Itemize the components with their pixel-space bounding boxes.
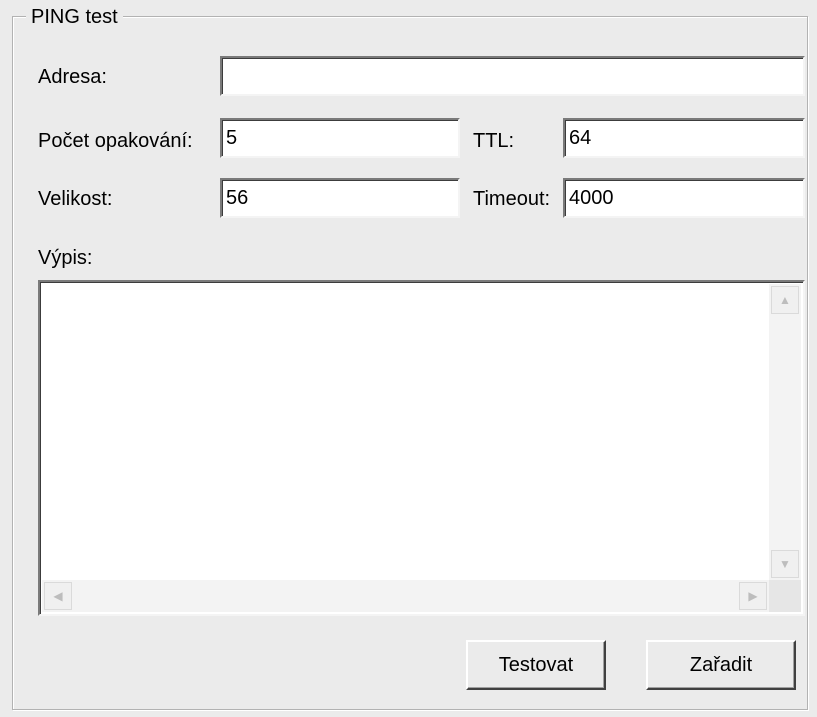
ttl-label: TTL: bbox=[473, 130, 515, 152]
size-input[interactable] bbox=[220, 178, 460, 218]
output-label: Výpis: bbox=[38, 247, 93, 269]
ttl-input[interactable] bbox=[563, 118, 805, 158]
scroll-left-arrow-icon[interactable]: ◀ bbox=[44, 582, 72, 610]
horizontal-scrollbar[interactable]: ◀ ▶ bbox=[42, 580, 769, 612]
scroll-right-arrow-icon[interactable]: ▶ bbox=[739, 582, 767, 610]
timeout-label: Timeout: bbox=[473, 188, 551, 210]
address-input[interactable] bbox=[220, 56, 805, 96]
size-label: Velikost: bbox=[38, 188, 113, 210]
count-label: Počet opakování: bbox=[38, 130, 193, 152]
scrollbar-corner bbox=[769, 580, 801, 612]
output-textarea[interactable]: ▲ ▼ ◀ ▶ bbox=[38, 280, 805, 616]
count-input[interactable] bbox=[220, 118, 460, 158]
enqueue-button[interactable]: Zařadit bbox=[646, 640, 796, 690]
test-button[interactable]: Testovat bbox=[466, 640, 606, 690]
scroll-up-arrow-icon[interactable]: ▲ bbox=[771, 286, 799, 314]
output-text bbox=[44, 286, 767, 578]
address-label: Adresa: bbox=[38, 66, 107, 88]
timeout-input[interactable] bbox=[563, 178, 805, 218]
groupbox-title: PING test bbox=[26, 6, 123, 28]
scroll-down-arrow-icon[interactable]: ▼ bbox=[771, 550, 799, 578]
vertical-scrollbar[interactable]: ▲ ▼ bbox=[769, 284, 801, 580]
